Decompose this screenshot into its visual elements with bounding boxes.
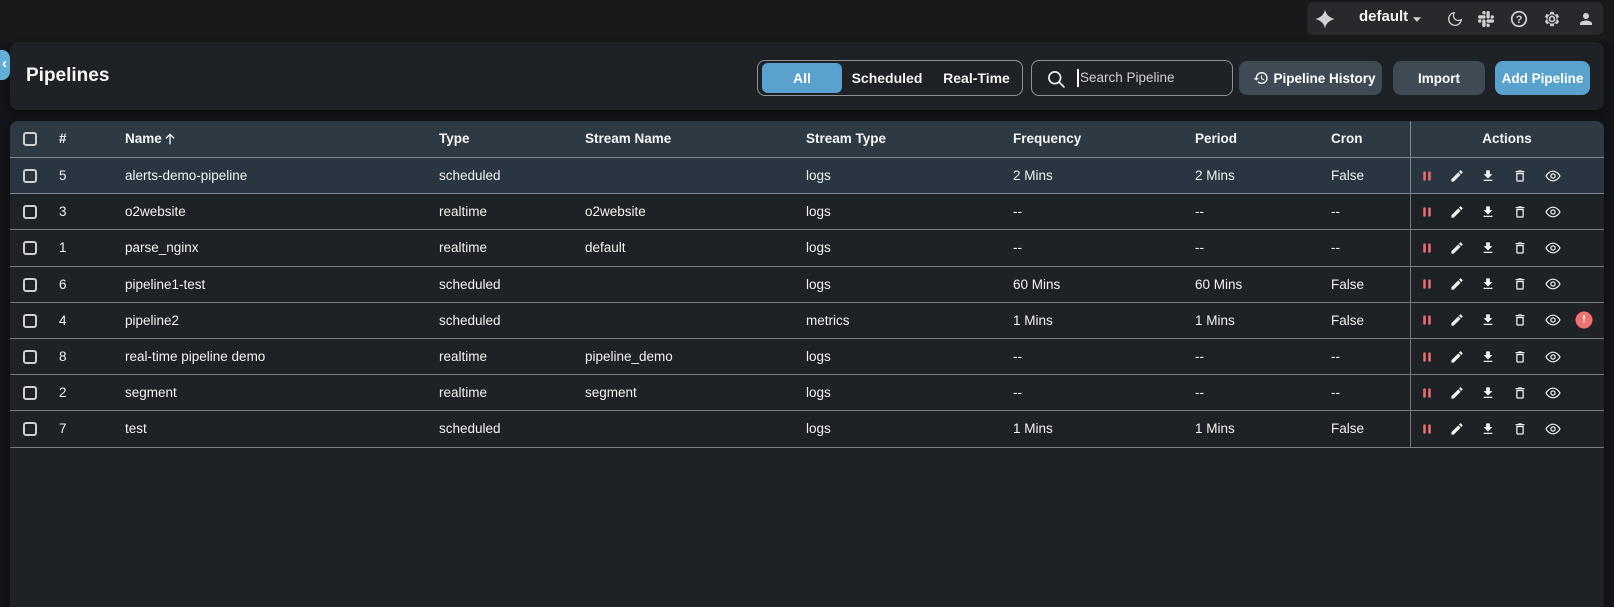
svg-text:?: ? [1516, 14, 1523, 26]
